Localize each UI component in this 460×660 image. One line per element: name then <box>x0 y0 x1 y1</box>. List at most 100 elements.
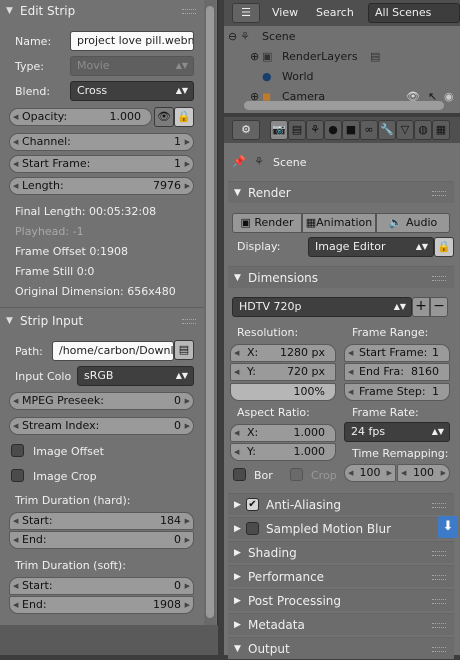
type-dropdown[interactable]: Movie ▲▼ <box>70 56 194 76</box>
remap-new-field[interactable]: ◀ 100 ▶ <box>397 464 450 482</box>
view-menu[interactable]: View <box>272 0 298 26</box>
render-section-header[interactable]: ▼ Render <box>228 181 454 203</box>
performance-section-header[interactable]: ▶ Performance <box>228 565 454 587</box>
material-tab-icon[interactable]: ◍ <box>414 120 432 140</box>
drag-grip-icon[interactable] <box>432 503 446 508</box>
crop-checkbox[interactable] <box>290 468 303 481</box>
frame-end-field[interactable]: ◀ End Fra: 8160 <box>344 363 450 381</box>
name-field[interactable]: project love pill.webm <box>70 31 194 51</box>
image-offset-checkbox[interactable] <box>11 444 24 457</box>
download-arrow-icon[interactable]: ⬇ <box>438 516 458 538</box>
expand-icon[interactable]: ⊕ <box>250 47 259 67</box>
collapse-triangle-icon: ▼ <box>6 6 13 16</box>
channel-field[interactable]: ◀ Channel: 1 ▶ <box>9 133 194 151</box>
length-field[interactable]: ◀ Length: 7976 ▶ <box>9 177 194 195</box>
soft-end-field[interactable]: ◀ End: 1908 ▶ <box>9 596 194 614</box>
search-menu[interactable]: Search <box>316 0 354 26</box>
frame-rate-dropdown[interactable]: 24 fps ▲▼ <box>344 422 450 442</box>
expand-triangle-icon: ▶ <box>234 620 241 630</box>
frame-step-field[interactable]: ◀ Frame Step: 1 <box>344 383 450 401</box>
world-icon: ● <box>262 70 272 83</box>
hard-end-field[interactable]: ◀ End: 0 ▶ <box>9 531 194 549</box>
drag-grip-icon[interactable] <box>432 647 446 652</box>
layers-tab-icon[interactable]: ▤ <box>288 120 306 140</box>
anti-aliasing-section-header[interactable]: ▶ ✔ Anti-Aliasing <box>228 493 454 515</box>
hard-start-field[interactable]: ◀ Start: 184 ▶ <box>9 512 194 530</box>
mpeg-preseek-field[interactable]: ◀ MPEG Preseek: 0 ▶ <box>9 392 194 410</box>
animation-button[interactable]: ▦Animation <box>302 213 376 233</box>
motion-blur-section-header[interactable]: ▶ Sampled Motion Blur <box>228 517 454 539</box>
lock-icon[interactable]: 🔒 <box>174 107 194 127</box>
texture-tab-icon[interactable]: ▦ <box>432 120 450 140</box>
start-frame-field[interactable]: ◀ Start Frame: 1 ▶ <box>9 155 194 173</box>
drag-grip-icon[interactable] <box>432 191 446 196</box>
outliner-hscrollbar[interactable] <box>244 101 444 110</box>
display-dropdown[interactable]: Image Editor ▲▼ <box>308 237 434 257</box>
object-tab-icon[interactable]: ■ <box>342 120 360 140</box>
playhead-text: Playhead: -1 <box>15 225 84 238</box>
output-section-header[interactable]: ▼ Output <box>228 637 454 659</box>
strip-input-header[interactable]: ▼ Strip Input <box>0 310 204 332</box>
updown-arrow-icon: ▲▼ <box>415 242 428 251</box>
constraints-tab-icon[interactable]: ∞ <box>360 120 378 140</box>
world-tab-icon[interactable]: ● <box>324 120 342 140</box>
collapse-icon[interactable]: ⊖ <box>228 27 237 47</box>
render-preset-dropdown[interactable]: HDTV 720p ▲▼ <box>232 297 412 317</box>
scene-tab-icon[interactable]: ⚘ <box>306 120 324 140</box>
drag-grip-icon[interactable] <box>182 319 196 324</box>
resolution-percentage-slider[interactable]: 100% <box>230 383 336 401</box>
aspect-y-field[interactable]: ◀ Y: 1.000 <box>230 443 336 461</box>
tree-row-renderlayers[interactable]: ⊕ ▣ RenderLayers ▤ <box>224 47 460 67</box>
modifiers-tab-icon[interactable]: 🔧 <box>378 120 396 140</box>
soft-start-field[interactable]: ◀ Start: 0 ▶ <box>9 577 194 595</box>
drag-grip-icon[interactable] <box>432 276 446 281</box>
anti-aliasing-checkbox[interactable]: ✔ <box>246 498 259 511</box>
speaker-icon: 🔈 <box>388 216 406 229</box>
add-preset-button[interactable]: + <box>412 297 430 317</box>
render-icon[interactable]: ◉ <box>444 87 454 107</box>
editor-type-icon[interactable]: ☰ <box>232 3 260 23</box>
path-field[interactable]: /home/carbon/Downl... <box>52 341 174 361</box>
audio-button[interactable]: 🔈 Audio <box>376 213 450 233</box>
data-tab-icon[interactable]: ▽ <box>396 120 414 140</box>
pin-icon[interactable]: 📌 <box>232 155 246 168</box>
stream-index-field[interactable]: ◀ Stream Index: 0 ▶ <box>9 417 194 435</box>
film-icon: ▦ <box>305 216 317 229</box>
drag-grip-icon[interactable] <box>432 599 446 604</box>
metadata-section-header[interactable]: ▶ Metadata <box>228 613 454 635</box>
left-scrollbar[interactable] <box>204 0 216 625</box>
tree-row-world[interactable]: ● World <box>224 67 460 87</box>
resolution-x-field[interactable]: ◀ X: 1280 px <box>230 344 336 362</box>
motion-blur-checkbox[interactable] <box>246 522 259 535</box>
remove-preset-button[interactable]: − <box>430 297 448 317</box>
display-mode-dropdown[interactable]: All Scenes <box>368 3 460 23</box>
editor-type-icon[interactable]: ⚙ <box>232 120 260 140</box>
drag-grip-icon[interactable] <box>432 623 446 628</box>
border-checkbox[interactable] <box>233 468 246 481</box>
dimensions-section-header[interactable]: ▼ Dimensions <box>228 266 454 288</box>
drag-grip-icon[interactable] <box>432 551 446 556</box>
drag-grip-icon[interactable] <box>432 575 446 580</box>
input-color-dropdown[interactable]: sRGB ▲▼ <box>77 366 194 386</box>
drag-grip-icon[interactable] <box>182 9 196 14</box>
post-processing-section-header[interactable]: ▶ Post Processing <box>228 589 454 611</box>
tree-row-scene[interactable]: ⊖ ⚘ Scene <box>224 27 460 47</box>
opacity-field[interactable]: ◀ Opacity: 1.000 <box>9 108 152 126</box>
shading-section-header[interactable]: ▶ Shading <box>228 541 454 563</box>
folder-icon[interactable]: ▤ <box>174 340 194 360</box>
lock-icon[interactable]: 🔒 <box>434 237 454 257</box>
frame-start-field[interactable]: ◀ Start Frame: 1 <box>344 344 450 362</box>
image-crop-checkbox[interactable] <box>11 469 24 482</box>
eye-icon[interactable]: 👁 <box>154 107 174 127</box>
updown-arrow-icon: ▲▼ <box>393 302 406 311</box>
collapse-triangle-icon: ▼ <box>234 188 241 198</box>
strip-properties-panel: ▼ Edit Strip Name: project love pill.webm… <box>0 0 218 655</box>
edit-strip-header[interactable]: ▼ Edit Strip <box>0 0 204 22</box>
aspect-x-field[interactable]: ◀ X: 1.000 <box>230 424 336 442</box>
resolution-y-field[interactable]: ◀ Y: 720 px <box>230 363 336 381</box>
scrollbar-thumb[interactable] <box>206 6 214 618</box>
render-button[interactable]: ▣ Render <box>232 213 302 233</box>
blend-dropdown[interactable]: Cross ▲▼ <box>70 81 194 101</box>
render-tab-icon[interactable]: 📷 <box>270 120 288 140</box>
remap-old-field[interactable]: ◀ 100 ▶ <box>344 464 396 482</box>
